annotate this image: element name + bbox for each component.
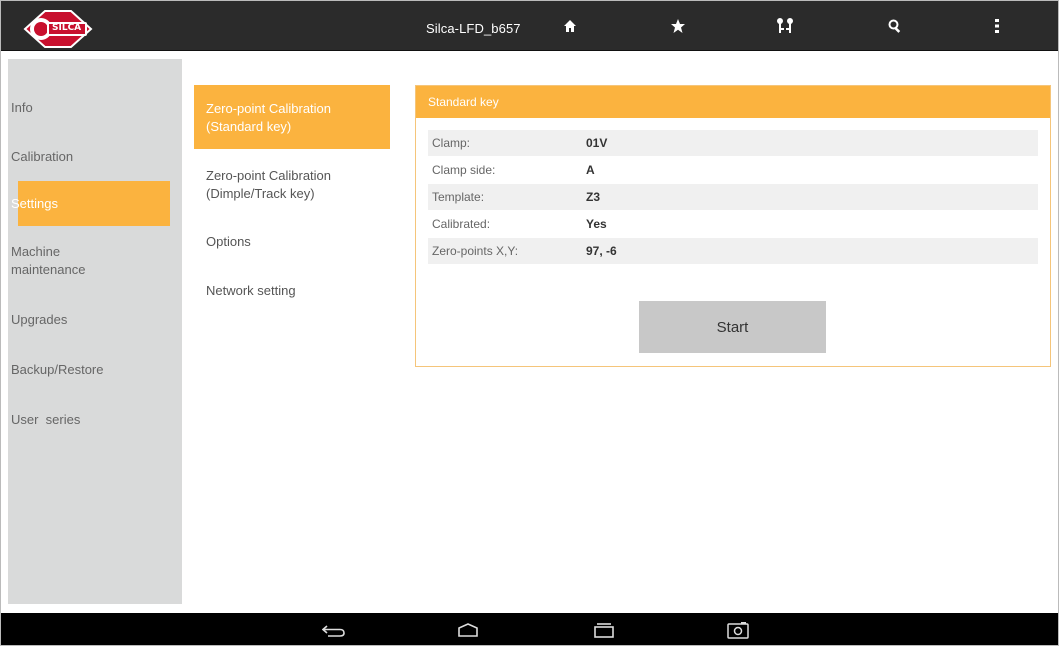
overflow-menu-icon[interactable] [986, 15, 1008, 37]
top-bar: SILCA Silca-LFD_b657 [1, 1, 1058, 53]
sidebar-item-upgrades[interactable]: Upgrades [11, 311, 171, 329]
search-icon[interactable] [884, 15, 906, 37]
row-label: Clamp: [432, 136, 471, 150]
row-label: Calibrated: [432, 217, 491, 231]
submenu-item-network-setting[interactable]: Network setting [206, 282, 386, 300]
back-icon[interactable] [319, 619, 349, 641]
sidebar-item-info[interactable]: Info [11, 99, 171, 117]
submenu-item-options[interactable]: Options [206, 233, 386, 251]
sidebar-item-user-series[interactable]: User series [11, 411, 171, 429]
star-icon[interactable] [667, 15, 689, 37]
home-icon[interactable] [559, 15, 581, 37]
sidebar [8, 59, 182, 604]
row-value: 97, -6 [586, 244, 617, 258]
app-title: Silca-LFD_b657 [426, 21, 521, 36]
logo-text: SILCA [52, 23, 82, 33]
table-row: Clamp side: A [428, 157, 1038, 183]
home-nav-icon[interactable] [453, 619, 483, 641]
silca-logo[interactable]: SILCA [21, 7, 95, 53]
submenu-item-zero-point-dimple[interactable]: Zero-point Calibration (Dimple/Track key… [206, 167, 386, 203]
row-label: Template: [432, 190, 485, 204]
submenu-item-zero-point-standard[interactable]: Zero-point Calibration (Standard key) [206, 100, 386, 136]
recent-apps-icon[interactable] [589, 619, 619, 641]
row-value: A [586, 163, 595, 177]
table-row: Calibrated: Yes [428, 211, 1038, 237]
table-row: Zero-points X,Y: 97, -6 [428, 238, 1038, 264]
sidebar-item-machine-maintenance[interactable]: Machine maintenance [11, 243, 171, 279]
row-value: Yes [586, 217, 607, 231]
screenshot-icon[interactable] [723, 619, 753, 641]
row-label: Zero-points X,Y: [432, 244, 519, 258]
panel-header: Standard key [416, 86, 1050, 118]
start-button[interactable]: Start [639, 301, 826, 353]
app-window: SILCA Silca-LFD_b657 Info Calibration Se… [0, 0, 1059, 646]
sidebar-item-backup-restore[interactable]: Backup/Restore [11, 361, 171, 379]
panel-title: Standard key [428, 95, 499, 109]
row-value: Z3 [586, 190, 601, 204]
system-nav-bar [1, 613, 1058, 645]
row-value: 01V [586, 136, 608, 150]
sidebar-item-calibration[interactable]: Calibration [11, 148, 171, 166]
table-row: Clamp: 01V [428, 130, 1038, 156]
row-label: Clamp side: [432, 163, 496, 177]
keys-icon[interactable] [774, 15, 796, 37]
table-row: Template: Z3 [428, 184, 1038, 210]
sidebar-item-settings[interactable]: Settings [11, 195, 171, 213]
